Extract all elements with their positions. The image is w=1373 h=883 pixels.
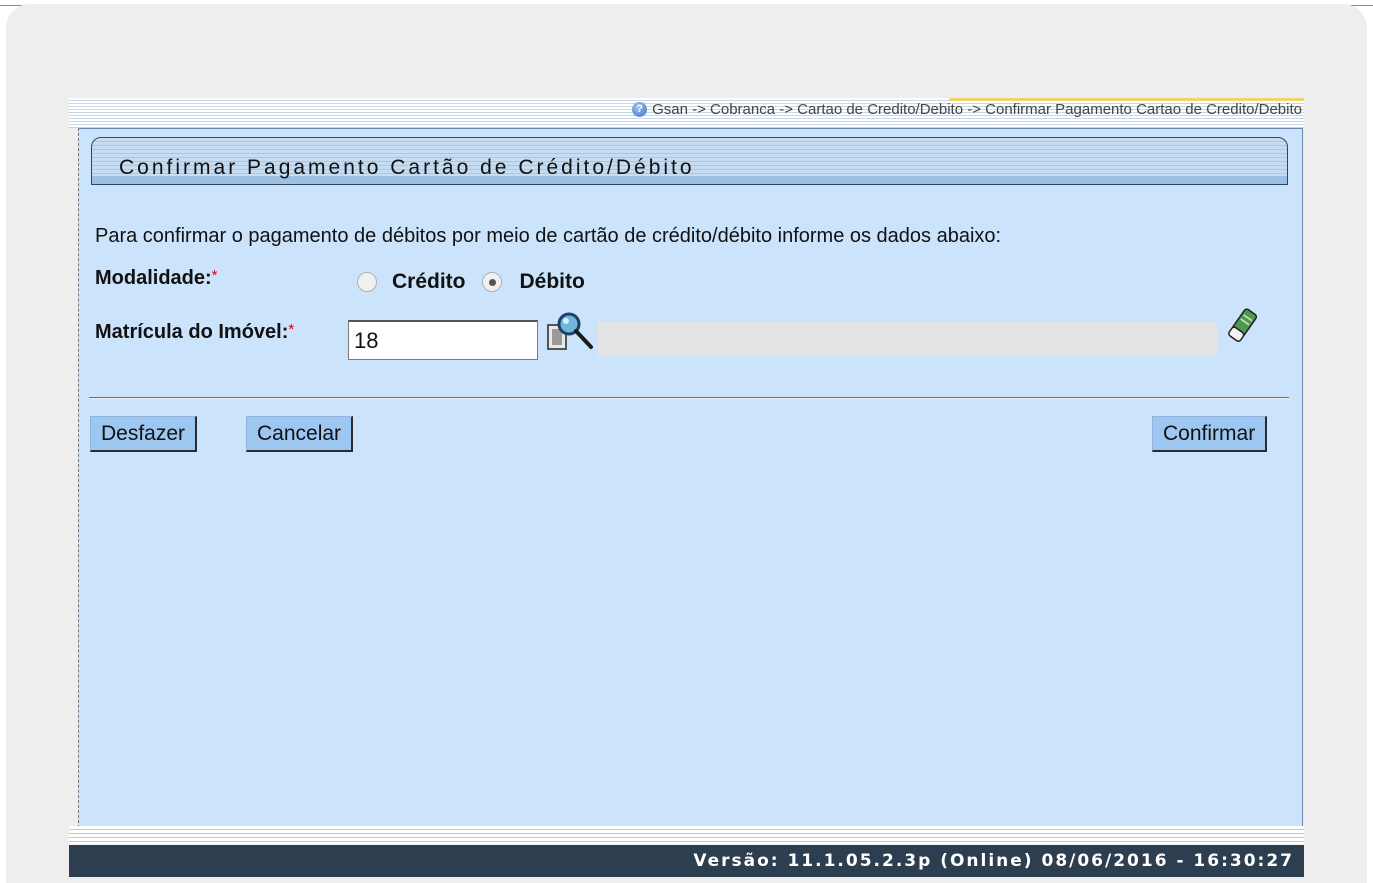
magnifier-icon[interactable] [546, 311, 594, 355]
modalidade-label-text: Modalidade: [95, 267, 212, 289]
imovel-description-field [598, 322, 1217, 356]
header-bar: ? Gsan -> Cobranca -> Cartao de Credito/… [69, 98, 1304, 128]
required-mark: * [211, 267, 218, 284]
required-mark: * [288, 321, 295, 338]
matricula-input[interactable]: 18 [348, 320, 538, 360]
confirmar-button[interactable]: Confirmar [1152, 416, 1268, 452]
breadcrumb-text: Gsan -> Cobranca -> Cartao de Credito/De… [652, 101, 1302, 118]
cancelar-button[interactable]: Cancelar [246, 416, 354, 452]
footer-stripes [69, 826, 1304, 844]
matricula-label-text: Matrícula do Imóvel: [95, 321, 289, 343]
help-icon[interactable]: ? [632, 102, 648, 117]
matricula-label: Matrícula do Imóvel:* [95, 321, 294, 344]
title-box: Confirmar Pagamento Cartão de Crédito/Dé… [91, 137, 1288, 185]
form-divider [89, 397, 1289, 399]
eraser-icon[interactable] [1227, 306, 1257, 346]
form-panel: Confirmar Pagamento Cartão de Crédito/Dé… [78, 128, 1303, 828]
desfazer-button[interactable]: Desfazer [90, 416, 198, 452]
radio-credito-label[interactable]: Crédito [392, 270, 466, 294]
radio-credito[interactable] [357, 272, 377, 292]
page-title: Confirmar Pagamento Cartão de Crédito/Dé… [119, 156, 695, 179]
radio-debito[interactable] [481, 272, 502, 292]
modalidade-label: Modalidade:* [95, 267, 218, 290]
intro-text: Para confirmar o pagamento de débitos po… [95, 225, 1002, 247]
version-footer: Versão: 11.1.05.2.3p (Online) 08/06/2016… [69, 845, 1304, 877]
radio-debito-label[interactable]: Débito [520, 270, 585, 294]
modalidade-radio-group: Crédito Débito [357, 270, 585, 294]
breadcrumb: ? Gsan -> Cobranca -> Cartao de Credito/… [632, 101, 1302, 118]
